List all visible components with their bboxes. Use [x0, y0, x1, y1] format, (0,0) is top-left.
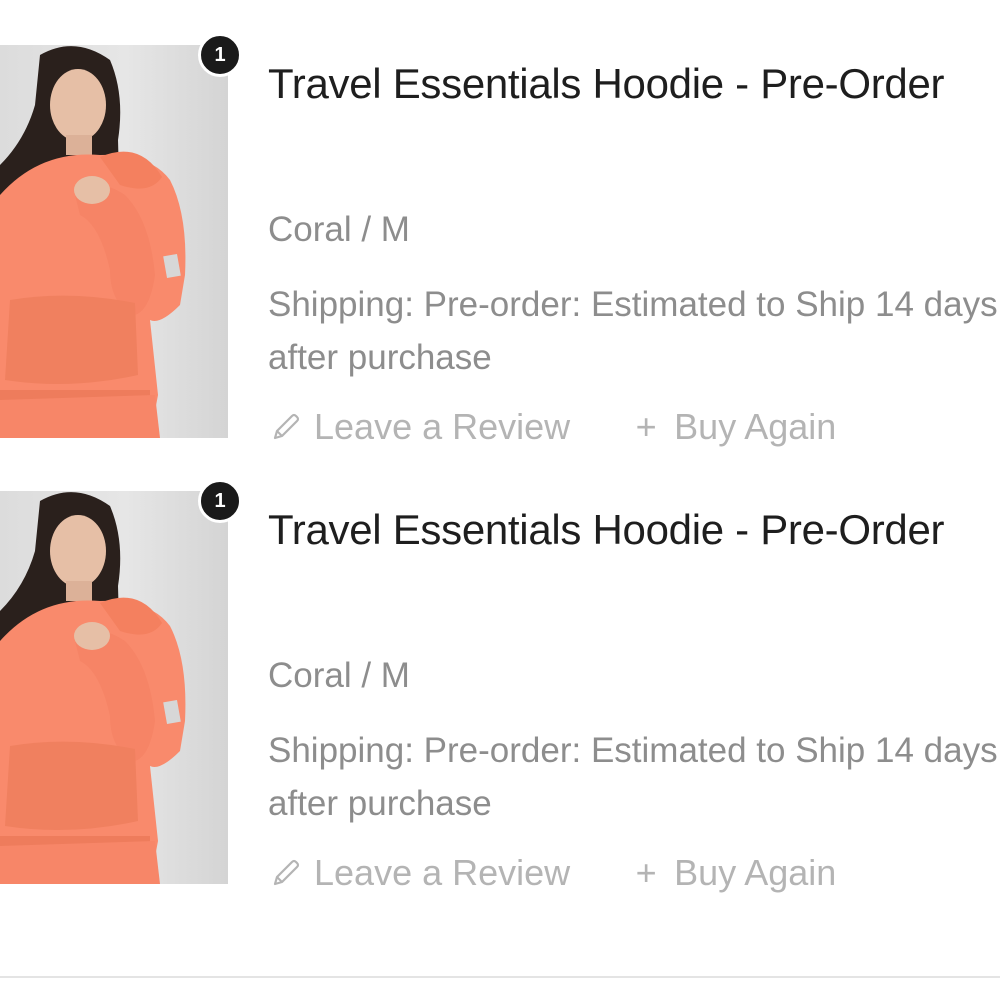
buy-again-button[interactable]: + Buy Again: [628, 852, 837, 894]
pencil-icon: [268, 855, 304, 891]
leave-review-button[interactable]: Leave a Review: [268, 406, 570, 448]
hoodie-model-illustration: [0, 46, 186, 438]
product-title[interactable]: Travel Essentials Hoodie - Pre-Order: [268, 496, 968, 564]
order-item: 1 Travel Essentials Hoodie - Pre-Order C…: [0, 0, 1000, 447]
quantity-badge: 1: [198, 479, 242, 523]
hoodie-model-illustration: [0, 492, 186, 884]
shipping-info: Shipping: Pre-order: Estimated to Ship 1…: [268, 731, 998, 823]
product-variant: Coral / M: [268, 210, 410, 249]
leave-review-button[interactable]: Leave a Review: [268, 852, 570, 894]
product-title[interactable]: Travel Essentials Hoodie - Pre-Order: [268, 50, 968, 118]
buy-again-label: Buy Again: [674, 406, 837, 447]
product-variant: Coral / M: [268, 656, 410, 695]
buy-again-button[interactable]: + Buy Again: [628, 406, 837, 448]
shipping-info: Shipping: Pre-order: Estimated to Ship 1…: [268, 285, 998, 377]
product-image[interactable]: [0, 491, 228, 884]
leave-review-label: Leave a Review: [314, 406, 571, 447]
buy-again-label: Buy Again: [674, 852, 837, 893]
pencil-icon: [268, 409, 304, 445]
order-actions: Leave a Review + Buy Again: [268, 848, 836, 898]
order-item: 1 Travel Essentials Hoodie - Pre-Order C…: [0, 446, 1000, 893]
plus-icon: +: [635, 406, 657, 447]
order-actions: Leave a Review + Buy Again: [268, 402, 836, 452]
plus-icon: +: [635, 852, 657, 893]
quantity-badge: 1: [198, 33, 242, 77]
product-image[interactable]: [0, 45, 228, 438]
leave-review-label: Leave a Review: [314, 852, 571, 893]
section-divider: [0, 976, 1000, 978]
